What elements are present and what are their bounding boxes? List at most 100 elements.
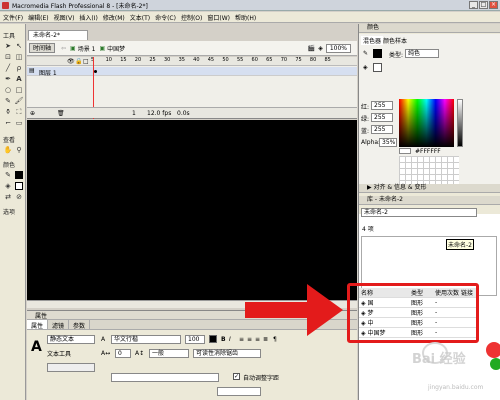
library-select[interactable]: 未命名-2 — [361, 208, 477, 217]
fill-color-swatch[interactable] — [15, 182, 23, 190]
font-select[interactable]: 华文行楷 — [111, 335, 181, 344]
menu-file[interactable]: 文件(F) — [3, 13, 23, 22]
color-panel-header[interactable]: 颜色 — [359, 24, 500, 33]
url-field[interactable] — [111, 373, 219, 382]
keyframe-icon — [94, 70, 97, 73]
current-frame: 1 — [132, 110, 136, 117]
selection-tool-icon[interactable]: ➤ — [3, 41, 13, 51]
blue-field[interactable]: 255 — [371, 125, 393, 134]
close-button[interactable]: × — [489, 1, 498, 9]
zoom-select[interactable]: 100% — [325, 43, 351, 53]
menu-control[interactable]: 控制(O) — [181, 13, 202, 22]
letter-spacing-field[interactable]: 0 — [115, 349, 131, 358]
menu-help[interactable]: 帮助(H) — [235, 13, 256, 22]
back-arrow-icon[interactable]: ⇦ — [61, 45, 66, 52]
paint-bucket-tool-icon[interactable]: ⛶ — [14, 107, 24, 117]
menu-commands[interactable]: 命令(C) — [155, 13, 176, 22]
stroke-color-swatch[interactable] — [15, 171, 23, 179]
eyedropper-tool-icon[interactable]: ⌐ — [3, 118, 13, 128]
fill-transform-tool-icon[interactable]: ◫ — [14, 52, 24, 62]
stroke-mixer-swatch[interactable] — [373, 49, 382, 58]
alpha-label: Alpha: — [361, 139, 381, 146]
library-header[interactable]: 库 - 未命名-2 — [359, 196, 500, 205]
document-tab[interactable]: 未命名-2* — [28, 30, 88, 40]
edit-bar: 时间轴 ⇦ ▣ 场景 1 ▣ 中国梦 🎬 ◈ 100% — [27, 41, 357, 56]
red-highlight-frame — [347, 283, 479, 343]
zoom-tool-icon[interactable]: ⚲ — [14, 145, 24, 155]
add-layer-icon[interactable]: ⊕ — [30, 110, 35, 117]
free-transform-tool-icon[interactable]: ⊡ — [3, 52, 13, 62]
align-left-icon[interactable]: ≡ — [239, 336, 244, 343]
italic-button[interactable]: I — [229, 336, 231, 343]
tab-properties[interactable]: 属性 — [27, 320, 49, 330]
minimize-button[interactable]: _ — [469, 1, 478, 9]
swap-colors-icon[interactable]: ⇄ — [3, 192, 13, 202]
stroke-color-icon[interactable]: ✎ — [3, 170, 13, 180]
maximize-button[interactable]: □ — [479, 1, 488, 9]
alpha-field[interactable]: 35% — [379, 138, 397, 147]
scene-name[interactable]: 场景 1 — [78, 44, 96, 53]
fill-mixer-icon[interactable]: ◈ — [363, 64, 368, 71]
stroke-mixer-icon[interactable]: ✎ — [363, 50, 368, 57]
edit-symbol-icon[interactable]: ◈ — [318, 45, 323, 52]
ink-bottle-tool-icon[interactable]: ⚱ — [3, 107, 13, 117]
no-color-icon[interactable]: ⊘ — [14, 192, 24, 202]
menu-insert[interactable]: 插入(I) — [79, 13, 97, 22]
tab-parameters[interactable]: 参数 — [69, 320, 91, 330]
timeline-toggle-button[interactable]: 时间轴 — [29, 43, 56, 53]
edit-scene-icon[interactable]: 🎬 — [308, 45, 315, 52]
menu-modify[interactable]: 修改(M) — [103, 13, 125, 22]
mixer-tab[interactable]: 混色器 — [361, 36, 384, 45]
tab-filters[interactable]: 滤镜 — [48, 320, 70, 330]
menu-text[interactable]: 文本(T) — [130, 13, 150, 22]
frame-number: 55 — [236, 57, 244, 63]
hand-tool-icon[interactable]: ✋ — [3, 145, 13, 155]
library-tooltip: 未命名-2 — [446, 239, 474, 250]
outline-icon[interactable]: □ — [83, 58, 89, 65]
text-tool-icon[interactable]: A — [14, 74, 24, 84]
red-field[interactable]: 255 — [371, 101, 393, 110]
color-spectrum[interactable] — [399, 99, 454, 147]
oval-tool-icon[interactable]: ○ — [3, 85, 13, 95]
line-tool-icon[interactable]: ╱ — [3, 63, 13, 73]
pen-tool-icon[interactable]: ✒ — [3, 74, 13, 84]
window-titlebar: Macromedia Flash Professional 8 - [未命名-2… — [0, 0, 500, 11]
object-name[interactable]: 中国梦 — [107, 44, 125, 53]
rectangle-tool-icon[interactable]: □ — [14, 85, 24, 95]
timeline-panel: 👁 🔒 □ 510152025303540455055606570758085 … — [27, 57, 357, 119]
fill-mixer-swatch[interactable] — [373, 63, 382, 72]
frame-number: 80 — [309, 57, 317, 63]
pencil-tool-icon[interactable]: ✎ — [3, 96, 13, 106]
brush-tool-icon[interactable]: 🖌 — [14, 96, 24, 106]
eye-icon[interactable]: 👁 — [67, 58, 75, 65]
subselection-tool-icon[interactable]: ↖ — [14, 41, 24, 51]
baseline-select[interactable]: 一般 — [149, 349, 189, 358]
menu-edit[interactable]: 编辑(E) — [28, 13, 48, 22]
align-info-transform-header[interactable]: ▶ 对齐 & 信息 & 变形 — [359, 184, 500, 193]
elapsed-time: 0.0s — [177, 110, 190, 117]
bold-button[interactable]: B — [221, 336, 226, 343]
rendering-select[interactable]: 可读性消除锯齿 — [193, 349, 261, 358]
font-size-field[interactable]: 100 — [185, 335, 205, 344]
lock-icon[interactable]: 🔒 — [75, 58, 82, 65]
layer-row[interactable]: ▤ 图层 1 — [27, 67, 357, 77]
auto-kern-checkbox[interactable]: ✓ — [233, 373, 240, 380]
delete-layer-icon[interactable]: 🗑 — [57, 110, 65, 117]
fill-type-select[interactable]: 纯色 — [405, 49, 439, 58]
text-type-select[interactable]: 静态文本 — [47, 335, 95, 344]
eraser-tool-icon[interactable]: ▭ — [14, 118, 24, 128]
fill-color-icon[interactable]: ◈ — [3, 181, 13, 191]
color-label: 颜色 — [3, 162, 16, 169]
brightness-slider[interactable] — [457, 99, 463, 147]
green-label: 绿: — [361, 116, 370, 123]
hex-value[interactable]: #FFFFFF — [415, 148, 441, 155]
lasso-tool-icon[interactable]: ρ — [14, 63, 24, 73]
swatches-tab[interactable]: 颜色样本 — [383, 36, 407, 45]
green-field[interactable]: 255 — [371, 113, 393, 122]
target-select[interactable] — [217, 387, 261, 396]
instance-field[interactable] — [47, 363, 95, 372]
menu-view[interactable]: 视图(V) — [54, 13, 75, 22]
menu-window[interactable]: 窗口(W) — [207, 13, 230, 22]
text-color-swatch[interactable] — [209, 335, 217, 343]
frame-number: 35 — [178, 57, 185, 63]
